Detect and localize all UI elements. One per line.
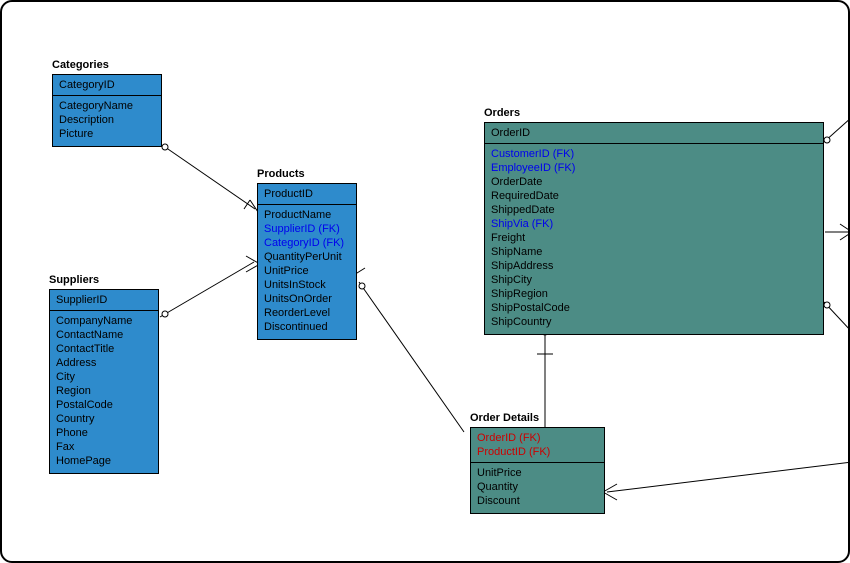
- col: CompanyName: [56, 314, 152, 328]
- cols-products: ProductName SupplierID (FK) CategoryID (…: [258, 205, 356, 339]
- col: ShipName: [491, 245, 817, 259]
- cols-categories: CategoryName Description Picture: [53, 96, 161, 146]
- col: ReorderLevel: [264, 306, 350, 320]
- entity-suppliers[interactable]: SupplierID CompanyName ContactName Conta…: [49, 289, 159, 474]
- entity-title-orders: Orders: [484, 107, 520, 119]
- col: OrderDate: [491, 175, 817, 189]
- col: ShipCity: [491, 273, 817, 287]
- col: RequiredDate: [491, 189, 817, 203]
- cols-orderdetails: UnitPrice Quantity Discount: [471, 463, 604, 513]
- pk-orderid-fk: OrderID (FK): [477, 431, 598, 445]
- col-fk: EmployeeID (FK): [491, 161, 817, 175]
- col-fk: SupplierID (FK): [264, 222, 350, 236]
- col: Address: [56, 356, 152, 370]
- col-fk: CategoryID (FK): [264, 236, 350, 250]
- pk-productid-fk: ProductID (FK): [477, 445, 598, 459]
- col: HomePage: [56, 454, 152, 468]
- entity-title-orderdetails: Order Details: [470, 412, 539, 424]
- col: Discontinued: [264, 320, 350, 334]
- entity-title-categories: Categories: [52, 59, 109, 71]
- col: Discount: [477, 494, 598, 508]
- pk-orderdetails: OrderID (FK) ProductID (FK): [471, 428, 604, 463]
- col: City: [56, 370, 152, 384]
- col: Freight: [491, 231, 817, 245]
- col: UnitsInStock: [264, 278, 350, 292]
- col: QuantityPerUnit: [264, 250, 350, 264]
- col: CategoryName: [59, 99, 155, 113]
- cols-suppliers: CompanyName ContactName ContactTitle Add…: [50, 311, 158, 473]
- col: UnitPrice: [477, 466, 598, 480]
- col: UnitPrice: [264, 264, 350, 278]
- er-diagram-frame: Categories CategoryID CategoryName Descr…: [0, 0, 850, 563]
- pk-supplierid: SupplierID: [50, 290, 158, 311]
- entity-orders[interactable]: OrderID CustomerID (FK) EmployeeID (FK) …: [484, 122, 824, 335]
- col: ShipCountry: [491, 315, 817, 329]
- pk-productid: ProductID: [258, 184, 356, 205]
- col: ShipAddress: [491, 259, 817, 273]
- col: ShipPostalCode: [491, 301, 817, 315]
- col: Fax: [56, 440, 152, 454]
- entity-orderdetails[interactable]: OrderID (FK) ProductID (FK) UnitPrice Qu…: [470, 427, 605, 514]
- pk-orderid: OrderID: [485, 123, 823, 144]
- cols-orders: CustomerID (FK) EmployeeID (FK) OrderDat…: [485, 144, 823, 334]
- col: PostalCode: [56, 398, 152, 412]
- col: Region: [56, 384, 152, 398]
- col: ContactTitle: [56, 342, 152, 356]
- entity-title-products: Products: [257, 168, 305, 180]
- col: ShipRegion: [491, 287, 817, 301]
- col: ShippedDate: [491, 203, 817, 217]
- col: Description: [59, 113, 155, 127]
- col: Phone: [56, 426, 152, 440]
- entity-products[interactable]: ProductID ProductName SupplierID (FK) Ca…: [257, 183, 357, 340]
- pk-categoryid: CategoryID: [53, 75, 161, 96]
- col-fk: ShipVia (FK): [491, 217, 817, 231]
- col: UnitsOnOrder: [264, 292, 350, 306]
- col: Quantity: [477, 480, 598, 494]
- col-fk: CustomerID (FK): [491, 147, 817, 161]
- entity-title-suppliers: Suppliers: [49, 274, 99, 286]
- col: Country: [56, 412, 152, 426]
- entity-categories[interactable]: CategoryID CategoryName Description Pict…: [52, 74, 162, 147]
- col: ContactName: [56, 328, 152, 342]
- col: ProductName: [264, 208, 350, 222]
- col: Picture: [59, 127, 155, 141]
